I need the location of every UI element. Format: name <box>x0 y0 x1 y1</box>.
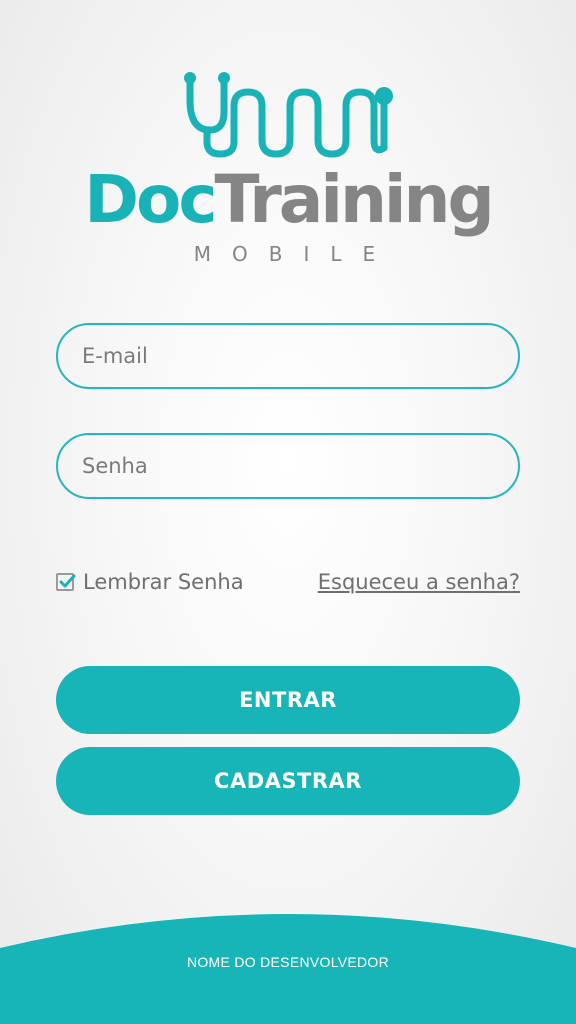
logo-brand-doc: Doc <box>84 161 217 238</box>
stethoscope-icon <box>184 72 393 158</box>
remember-password[interactable]: Lembrar Senha <box>56 568 244 596</box>
email-input[interactable] <box>58 325 518 387</box>
remember-label: Lembrar Senha <box>83 570 244 594</box>
email-field[interactable] <box>56 323 520 389</box>
developer-name: NOME DO DESENVOLVEDOR <box>186 954 390 970</box>
logo-subtitle: MOBILE <box>193 242 397 266</box>
checkmark-icon <box>59 574 76 588</box>
logo-brand-training: Training <box>214 161 494 238</box>
enter-button[interactable]: ENTRAR <box>56 666 520 734</box>
app-logo: DocTraining MOBILE <box>0 0 576 280</box>
password-input[interactable] <box>58 435 518 497</box>
forgot-password-link[interactable]: Esqueceu a senha? <box>318 568 520 596</box>
logo-wordmark: DocTraining <box>0 160 576 240</box>
remember-checkbox[interactable] <box>56 573 76 591</box>
register-button[interactable]: CADASTRAR <box>56 747 520 815</box>
password-field[interactable] <box>56 433 520 499</box>
